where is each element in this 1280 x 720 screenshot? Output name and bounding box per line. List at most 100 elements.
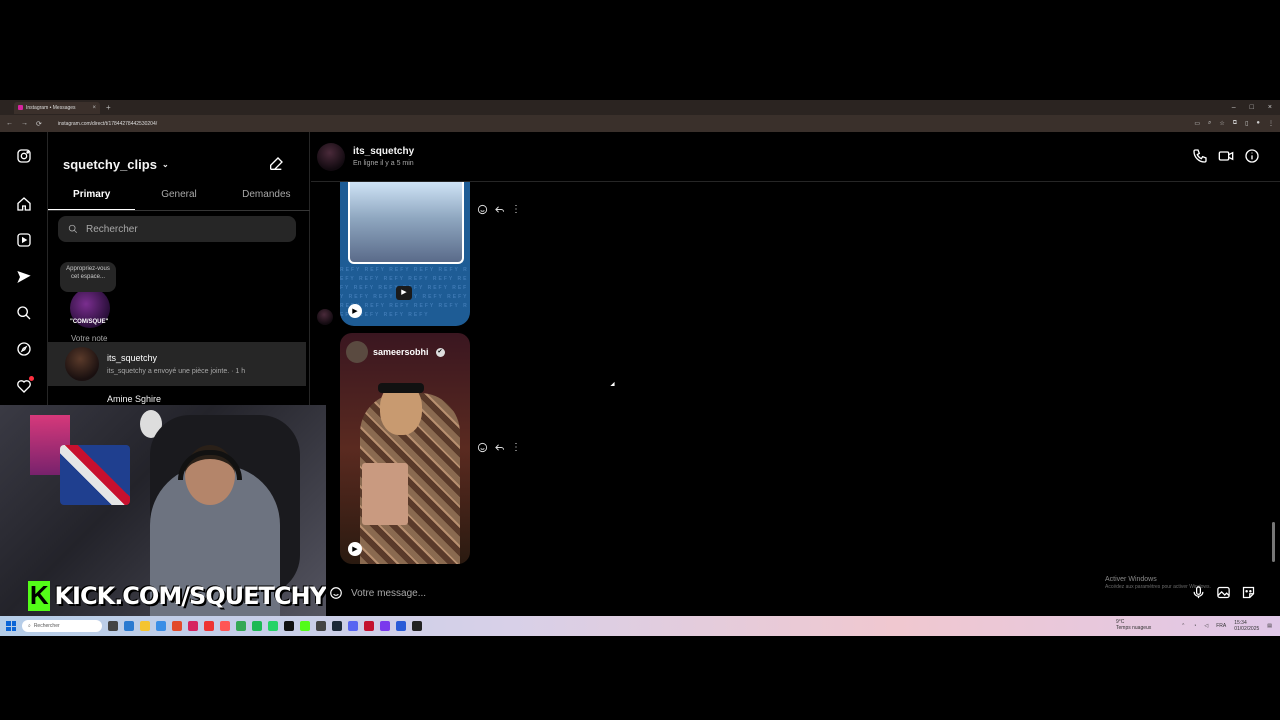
taskbar-app-icon[interactable] [156,621,166,631]
taskbar-app-icon[interactable] [188,621,198,631]
taskbar-app-icon[interactable] [364,621,374,631]
microphone-icon[interactable] [1191,585,1206,600]
brave-icon[interactable] [220,621,230,631]
avatar [346,341,368,363]
chat-header-actions [1192,148,1260,164]
account-switcher[interactable]: squetchy_clips ⌄ [63,157,169,172]
whatsapp-icon[interactable] [268,621,278,631]
windows-start-icon[interactable] [6,621,16,631]
minimize-button[interactable]: – [1232,104,1236,111]
menu-icon[interactable]: ⋮ [1268,120,1274,127]
back-icon[interactable]: ← [6,120,13,127]
tab-close-icon[interactable]: × [92,105,96,111]
contact-avatar[interactable] [317,142,345,171]
reply-icon[interactable] [494,204,505,215]
forward-icon[interactable]: → [21,120,28,127]
browser-tabstrip: Instagram • Messages × + – □ × [0,100,1280,115]
new-tab-icon[interactable]: + [106,103,111,112]
task-view-icon[interactable] [108,621,118,631]
spotify-icon[interactable] [252,621,262,631]
extensions-icon[interactable]: ⧉ [1233,120,1237,127]
sender-avatar [317,309,333,325]
opera-icon[interactable] [204,621,214,631]
volume-icon[interactable]: ◁ [1204,623,1208,629]
note-bubble[interactable]: Appropriez-vous cet espace... [60,262,116,292]
more-options-icon[interactable]: ⋮ [511,204,521,215]
video-call-icon[interactable] [1218,148,1234,164]
chrome-icon[interactable] [236,621,246,631]
taskbar-app-icon[interactable] [124,621,134,631]
chat-scrollbar[interactable] [1270,182,1276,572]
explore-icon[interactable] [15,340,33,358]
file-explorer-icon[interactable] [140,621,150,631]
more-options-icon[interactable]: ⋮ [511,442,521,453]
home-icon[interactable] [15,195,33,213]
language-indicator[interactable]: FRA [1216,623,1226,629]
zoom-icon[interactable]: ⌕ [1208,120,1211,127]
composer-actions [1191,585,1256,600]
letterbox-bottom [0,636,1280,720]
taskbar-search[interactable]: ⌕ Rechercher [22,620,102,632]
compose-icon[interactable] [268,156,286,174]
bookmark-star-icon[interactable]: ☆ [1219,120,1224,127]
cast-icon[interactable]: ▭ [1194,120,1200,127]
instagram-icon[interactable] [15,147,33,165]
close-window-button[interactable]: × [1268,104,1272,111]
tab-primary[interactable]: Primary [48,187,136,210]
clock-date[interactable]: 01/02/2025 [1234,626,1259,632]
image-icon[interactable] [1216,585,1231,600]
scroll-thumb[interactable] [1272,522,1275,562]
tab-general[interactable]: General [135,187,222,210]
play-icon: ▶ [348,542,362,556]
sidebar-icon[interactable]: ▯ [1245,120,1248,127]
chevron-down-icon: ⌄ [161,160,169,169]
discord-icon[interactable] [348,621,358,631]
conversation-row[interactable]: its_squetchy its_squetchy a envoyé une p… [48,342,306,386]
profile-icon[interactable]: ● [1256,120,1260,127]
info-icon[interactable] [1244,148,1260,164]
letterbox-top [0,0,1280,100]
kick-icon[interactable] [300,621,310,631]
kick-branding: K KICK.COM/SQUETCHY [0,575,326,616]
notification-center-icon[interactable]: ▤ [1267,623,1272,629]
tray-overflow-icon[interactable]: ⌃ [1181,623,1185,629]
shared-reel[interactable]: sameersobhi ✔ ▶ [340,333,470,564]
taskbar-app-icon[interactable] [380,621,390,631]
search-input[interactable] [86,223,286,235]
message-input[interactable] [351,587,1131,599]
taskbar-app-icon[interactable] [172,621,182,631]
taskbar-search-label: Rechercher [33,623,60,629]
conversation-name: Amine Sghire [107,394,162,404]
network-icon[interactable]: ◔ [1193,623,1196,629]
avatar [65,347,99,381]
tab-requests[interactable]: Demandes [223,187,310,210]
taskbar-app-icon[interactable] [396,621,406,631]
message-actions: ⋮ [477,442,521,453]
reload-icon[interactable]: ⟳ [36,120,42,128]
notifications-icon[interactable] [15,376,34,395]
messages-icon[interactable] [15,268,33,286]
taskbar-app-icon[interactable] [316,621,326,631]
maximize-button[interactable]: □ [1250,104,1254,111]
browser-tab[interactable]: Instagram • Messages × [14,101,100,114]
obs-icon[interactable] [284,621,294,631]
steam-icon[interactable] [332,621,342,631]
shared-reel[interactable]: REFY REFY REFY REFY REFY REFY REFY REFY … [340,182,470,326]
window-controls: – □ × [1232,104,1280,111]
taskbar-weather[interactable]: 9°C Temps nuageux [1116,619,1151,631]
reels-icon[interactable] [15,231,33,249]
react-emoji-icon[interactable] [477,204,488,215]
reply-icon[interactable] [494,442,505,453]
terminal-icon[interactable] [412,621,422,631]
contact-name[interactable]: its_squetchy [353,146,414,157]
sticker-icon[interactable] [1241,585,1256,600]
contact-status: En ligne il y a 5 min [353,160,414,167]
search-icon [68,224,78,234]
note-avatar-text: "COM/SQUE" [70,319,109,325]
phone-call-icon[interactable] [1192,148,1208,164]
search-icon[interactable] [15,304,33,322]
emoji-icon[interactable] [329,586,343,600]
react-emoji-icon[interactable] [477,442,488,453]
system-tray: ⌃ ◔ ◁ FRA 15:34 01/02/2025 ▤ [1181,620,1280,632]
url-field[interactable]: instagram.com/direct/t/17844278442530204… [58,121,157,127]
